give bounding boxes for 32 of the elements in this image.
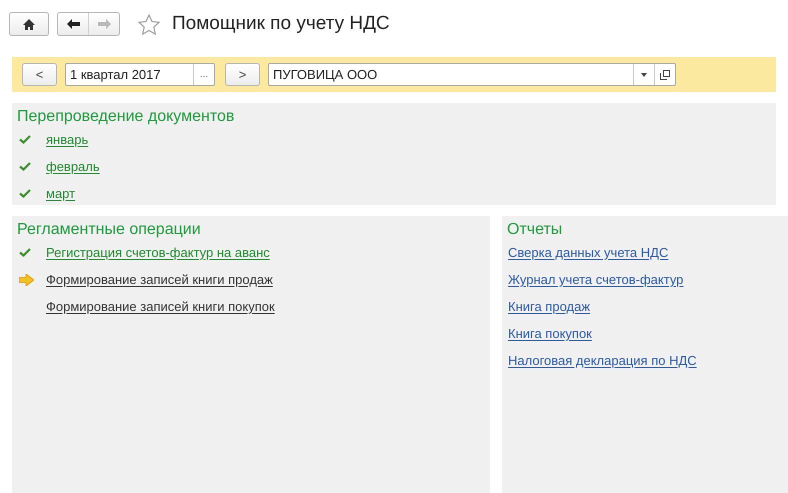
next-period-button[interactable]: > (225, 63, 260, 86)
link[interactable]: Формирование записей книги продаж (46, 270, 273, 290)
period-field[interactable]: 1 квартал 2017 ... (65, 63, 215, 86)
link[interactable]: январь (46, 130, 88, 150)
organization-field[interactable]: ПУГОВИЦА ООО (268, 63, 676, 86)
section-title: Регламентные операции (17, 220, 202, 240)
dropdown-arrow-icon (641, 72, 647, 76)
link[interactable]: Книга продаж (508, 296, 590, 316)
section-title: Отчеты (507, 220, 564, 240)
link[interactable]: Формирование записей книги покупок (46, 296, 275, 316)
window-title: Помощник по учету НДС (172, 12, 390, 36)
right-arrow-icon (98, 19, 110, 29)
checkmark-icon (19, 135, 31, 144)
choose-button[interactable]: ... (193, 64, 214, 85)
home-icon (23, 18, 35, 30)
left-arrow-icon (66, 19, 80, 29)
checkmark-icon (19, 248, 31, 257)
link[interactable]: Журнал учета счетов-фактур (508, 270, 684, 290)
checkmark-icon (19, 162, 31, 171)
link[interactable]: Книга покупок (508, 324, 592, 344)
link[interactable]: Налоговая декларация по НДС (508, 350, 697, 370)
link[interactable]: Регистрация счетов-фактур на аванс (46, 242, 270, 262)
link[interactable]: март (46, 184, 76, 204)
star-icon[interactable] (138, 14, 160, 34)
right-arrow-icon (19, 274, 34, 286)
link[interactable]: февраль (46, 156, 100, 176)
open-window-icon (660, 70, 670, 80)
checkmark-icon (19, 189, 31, 198)
home-button[interactable] (9, 12, 49, 36)
previous-period-button[interactable]: < (22, 63, 57, 86)
section-title: Перепроведение документов (17, 107, 236, 127)
link[interactable]: Сверка данных учета НДС (508, 242, 668, 262)
